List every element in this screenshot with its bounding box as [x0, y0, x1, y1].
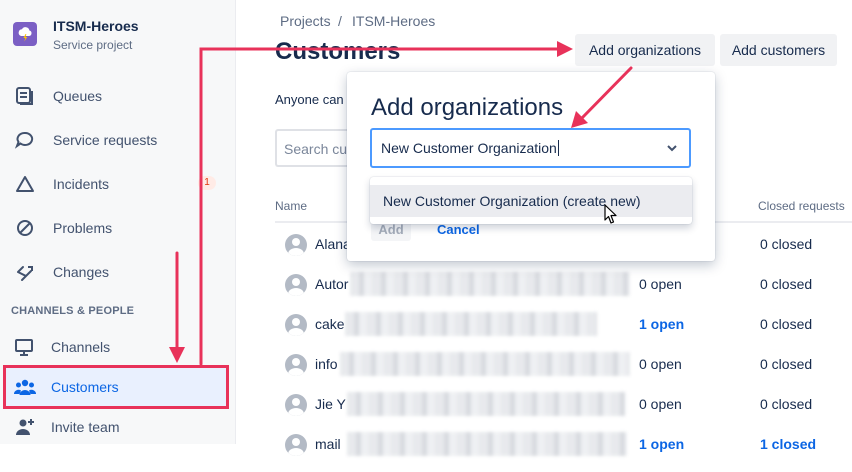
- sidebar-item-label: Queues: [53, 88, 103, 104]
- column-header-name[interactable]: Name: [275, 199, 307, 213]
- cancel-button[interactable]: Cancel: [437, 222, 480, 237]
- project-type: Service project: [53, 38, 133, 52]
- sidebar-item-changes[interactable]: Changes: [0, 252, 236, 292]
- sidebar-item-queues[interactable]: Queues: [0, 76, 236, 116]
- create-new-organization-option[interactable]: New Customer Organization (create new): [370, 185, 692, 217]
- breadcrumb-current[interactable]: ITSM-Heroes: [352, 13, 435, 29]
- closed-requests: 0 closed: [760, 276, 813, 292]
- customer-name[interactable]: Autor: [315, 276, 348, 292]
- section-label-channels-people: CHANNELS & PEOPLE: [11, 305, 135, 317]
- add-organizations-button[interactable]: Add organizations: [575, 34, 715, 66]
- sidebar-item-channels[interactable]: Channels: [0, 327, 236, 367]
- closed-requests: 0 closed: [760, 316, 813, 332]
- sidebar-item-problems[interactable]: Problems: [0, 208, 236, 248]
- chevron-down-icon[interactable]: [665, 141, 679, 155]
- option-label: New Customer Organization (create new): [383, 193, 641, 209]
- customer-name[interactable]: mail: [315, 436, 341, 452]
- table-row[interactable]: info 0 open 0 closed: [275, 352, 852, 392]
- open-requests: 0 open: [639, 276, 682, 292]
- sidebar-item-label: Changes: [53, 264, 110, 280]
- column-header-closed[interactable]: Closed requests: [758, 199, 845, 213]
- project-avatar-icon[interactable]: [13, 22, 37, 46]
- sidebar-item-service-requests[interactable]: Service requests: [0, 120, 236, 160]
- sidebar-item-label: Service requests: [53, 132, 158, 148]
- customer-name[interactable]: Alana: [315, 236, 351, 252]
- table-row[interactable]: cake 1 open 0 closed: [275, 312, 852, 352]
- closed-requests: 0 closed: [760, 396, 813, 412]
- organization-input-value[interactable]: New Customer Organization: [381, 140, 559, 156]
- organization-options-menu: New Customer Organization (create new): [370, 177, 692, 224]
- sidebar-item-invite-team[interactable]: Invite team: [0, 407, 236, 447]
- sidebar-item-label: Problems: [53, 220, 113, 236]
- avatar-icon: [285, 394, 307, 416]
- breadcrumb-separator: /: [338, 13, 342, 29]
- customer-name[interactable]: info: [315, 356, 338, 372]
- search-input[interactable]: Search customers: [275, 129, 355, 167]
- customer-name[interactable]: cake: [315, 316, 345, 332]
- sidebar-item-label: Channels: [51, 339, 111, 355]
- redacted-blur: [340, 352, 630, 376]
- table-row[interactable]: Autor 0 open 0 closed: [275, 272, 852, 312]
- avatar-icon: [285, 234, 307, 256]
- add-organizations-dialog: Add organizations New Customer Organizat…: [347, 72, 715, 261]
- text-caret: [557, 140, 559, 156]
- open-requests-link[interactable]: 1 open: [639, 436, 684, 452]
- redacted-blur: [347, 432, 627, 456]
- redacted-blur: [350, 272, 630, 296]
- incidents-count-badge: 1: [198, 176, 216, 190]
- closed-requests-link[interactable]: 1 closed: [760, 436, 816, 452]
- customer-name[interactable]: Jie Y: [315, 396, 346, 412]
- annotation-highlight-box: [3, 365, 229, 409]
- no-entry-icon: [17, 220, 33, 236]
- open-requests: 0 open: [639, 356, 682, 372]
- lightning-icon: [17, 266, 33, 281]
- redacted-blur: [345, 312, 597, 336]
- warning-triangle-icon: [16, 176, 34, 192]
- add-person-icon: [16, 419, 34, 435]
- page-title: Customers: [275, 38, 401, 65]
- table-row[interactable]: mail 1 open 1 closed: [275, 432, 852, 472]
- sidebar-item-label: Incidents: [53, 176, 110, 192]
- avatar-icon: [285, 354, 307, 376]
- sidebar-item-label: Invite team: [51, 419, 120, 435]
- avatar-icon: [285, 274, 307, 296]
- add-customers-button[interactable]: Add customers: [720, 34, 837, 66]
- open-requests-link[interactable]: 1 open: [639, 316, 684, 332]
- monitor-icon: [15, 339, 33, 356]
- project-name[interactable]: ITSM-Heroes: [53, 18, 139, 34]
- avatar-icon: [285, 314, 307, 336]
- organization-select-input[interactable]: New Customer Organization: [370, 128, 691, 168]
- speech-bubble-icon: [14, 131, 34, 149]
- open-requests: 0 open: [639, 396, 682, 412]
- redacted-blur: [347, 392, 625, 416]
- dialog-title: Add organizations: [371, 94, 564, 121]
- mouse-cursor-icon: [604, 204, 617, 224]
- closed-requests: 0 closed: [760, 356, 813, 372]
- avatar-icon: [285, 434, 307, 456]
- breadcrumb-projects[interactable]: Projects: [280, 13, 331, 29]
- page-description: Anyone can: [275, 92, 344, 107]
- queues-icon: [16, 87, 33, 105]
- closed-requests: 0 closed: [760, 236, 813, 252]
- table-row[interactable]: Jie Y 0 open 0 closed: [275, 392, 852, 432]
